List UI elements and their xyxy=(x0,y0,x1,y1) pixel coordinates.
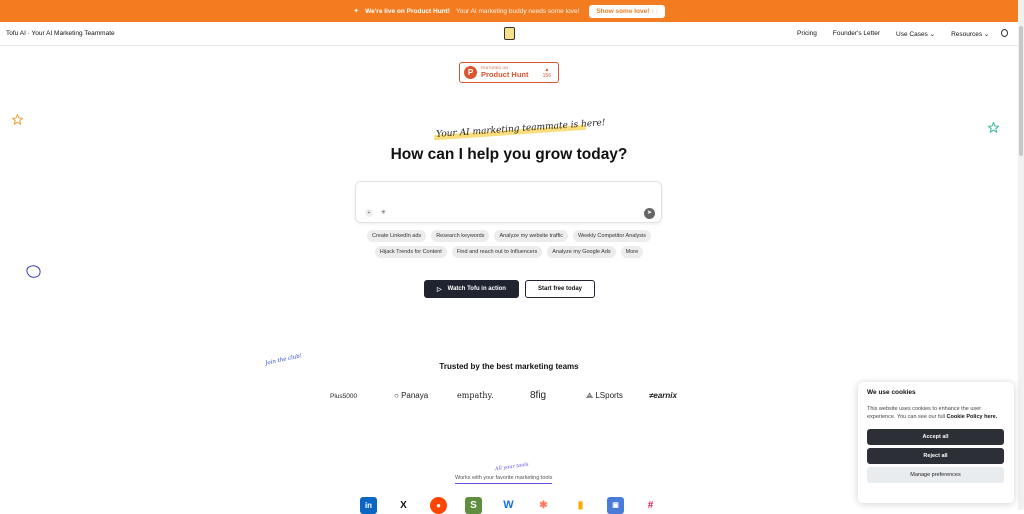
logo-lsports-text: LSports xyxy=(595,391,623,400)
hubspot-icon: ✱ xyxy=(539,500,548,511)
watch-demo-label: Watch Tofu in action xyxy=(447,286,506,292)
nav-use-cases[interactable]: Use Cases ⌄ xyxy=(896,30,935,38)
reject-all-button[interactable]: Reject all xyxy=(867,448,1004,464)
send-icon[interactable]: ➤ xyxy=(644,208,655,219)
logo-panaya: ○ Panaya xyxy=(394,391,429,400)
trusted-title: Trusted by the best marketing teams xyxy=(439,362,579,371)
star-doodle-icon xyxy=(12,114,23,125)
scrollbar-thumb[interactable] xyxy=(1019,26,1023,156)
start-free-button[interactable]: Start free today xyxy=(525,280,595,298)
logo-plus5000: Plus5000 xyxy=(330,393,358,400)
suggestions-row-2: Hijack Trends for Content Find and reach… xyxy=(0,246,1018,258)
ph-vote-count: ▲ 156 xyxy=(543,67,551,79)
reddit-icon: ● xyxy=(430,497,447,514)
nav-pricing[interactable]: Pricing xyxy=(797,30,817,38)
product-hunt-badge[interactable]: P FEATURED ON Product Hunt ▲ 156 xyxy=(459,62,559,83)
suggestion-chip[interactable]: Find and reach out to Influencers xyxy=(451,246,543,258)
nav-founders-letter[interactable]: Founder's Letter xyxy=(833,30,880,38)
suggestions-row-1: Create LinkedIn ads Research keywords An… xyxy=(0,230,1018,242)
manage-preferences-button[interactable]: Manage preferences xyxy=(867,467,1004,483)
nav-resources[interactable]: Resources ⌄ xyxy=(951,30,989,38)
user-icon[interactable] xyxy=(1001,29,1008,37)
shopify-icon: S xyxy=(465,497,482,514)
nav-links: Pricing Founder's Letter Use Cases ⌄ Res… xyxy=(797,30,989,38)
tools-label: Works with your favorite marketing tools xyxy=(455,475,553,484)
suggestion-chip[interactable]: Analyze my website traffic xyxy=(494,230,568,242)
cookie-here-link[interactable]: here. xyxy=(984,414,997,420)
tofu-logo-icon[interactable] xyxy=(504,27,515,40)
banner-subtext: Your AI marketing buddy needs some love! xyxy=(455,7,580,15)
linkedin-icon: in xyxy=(360,497,377,514)
logo-panaya-text: Panaya xyxy=(401,391,429,400)
blob-doodle-icon xyxy=(26,265,41,278)
sparkle-icon[interactable]: ✳ xyxy=(381,209,386,216)
hero-headline: How can I help you grow today? xyxy=(390,146,628,163)
play-icon: ▷ xyxy=(437,286,442,293)
watch-demo-button[interactable]: ▷ Watch Tofu in action xyxy=(424,280,519,298)
logo-earnix-text: earnix xyxy=(653,391,677,400)
logo-8fig: 8fig xyxy=(530,390,547,401)
cookie-consent-modal: We use cookies This website uses cookies… xyxy=(858,382,1014,503)
prompt-input[interactable]: + ✳ ➤ xyxy=(355,181,662,223)
webflow-icon: W xyxy=(503,499,514,511)
notion-icon: ▣ xyxy=(607,497,624,514)
logo-empathy: empathy. xyxy=(457,391,494,400)
site-brand[interactable]: Tofu AI · Your AI Marketing Teammate xyxy=(6,30,115,37)
logo-lsports: ⟁ LSports xyxy=(586,391,623,400)
plus-icon[interactable]: + xyxy=(365,209,373,217)
suggestion-chip[interactable]: Hijack Trends for Content xyxy=(374,246,447,258)
logo-earnix: ≠earnix xyxy=(649,391,677,400)
suggestion-chip-more[interactable]: More xyxy=(620,246,644,258)
ph-name: Product Hunt xyxy=(481,70,529,79)
suggestion-chip[interactable]: Research keywords xyxy=(431,230,490,242)
bell-icon: ✦ xyxy=(353,8,360,15)
slack-icon: # xyxy=(647,500,654,511)
star-doodle-icon-2 xyxy=(988,122,999,133)
banner-headline: We're live on Product Hunt! xyxy=(365,7,450,15)
suggestion-chip[interactable]: Create LinkedIn ads xyxy=(366,230,427,242)
product-hunt-logo-icon: P xyxy=(464,66,477,79)
suggestion-chip[interactable]: Weekly Competitor Analysis xyxy=(572,230,652,242)
cookie-policy-link[interactable]: Cookie Policy xyxy=(947,414,983,420)
google-analytics-icon: ▮ xyxy=(577,500,584,511)
close-banner-icon[interactable]: × xyxy=(653,6,658,15)
accept-all-button[interactable]: Accept all xyxy=(867,429,1004,445)
scrollbar[interactable] xyxy=(1018,0,1024,510)
cookie-title: We use cookies xyxy=(867,389,916,396)
all-your-tools-annotation: All your tools xyxy=(494,461,529,473)
top-nav: Tofu AI · Your AI Marketing Teammate Pri… xyxy=(0,22,1018,46)
hero-tagline: Your AI marketing teammate is here! xyxy=(435,118,606,140)
cookie-body: This website uses cookies to enhance the… xyxy=(867,405,1005,421)
announcement-banner: ✦ We're live on Product Hunt! Your AI ma… xyxy=(0,0,1018,22)
x-icon: X xyxy=(400,500,407,511)
suggestion-chip[interactable]: Analyze my Google Ads xyxy=(547,246,616,258)
ph-votes: 156 xyxy=(542,73,551,79)
